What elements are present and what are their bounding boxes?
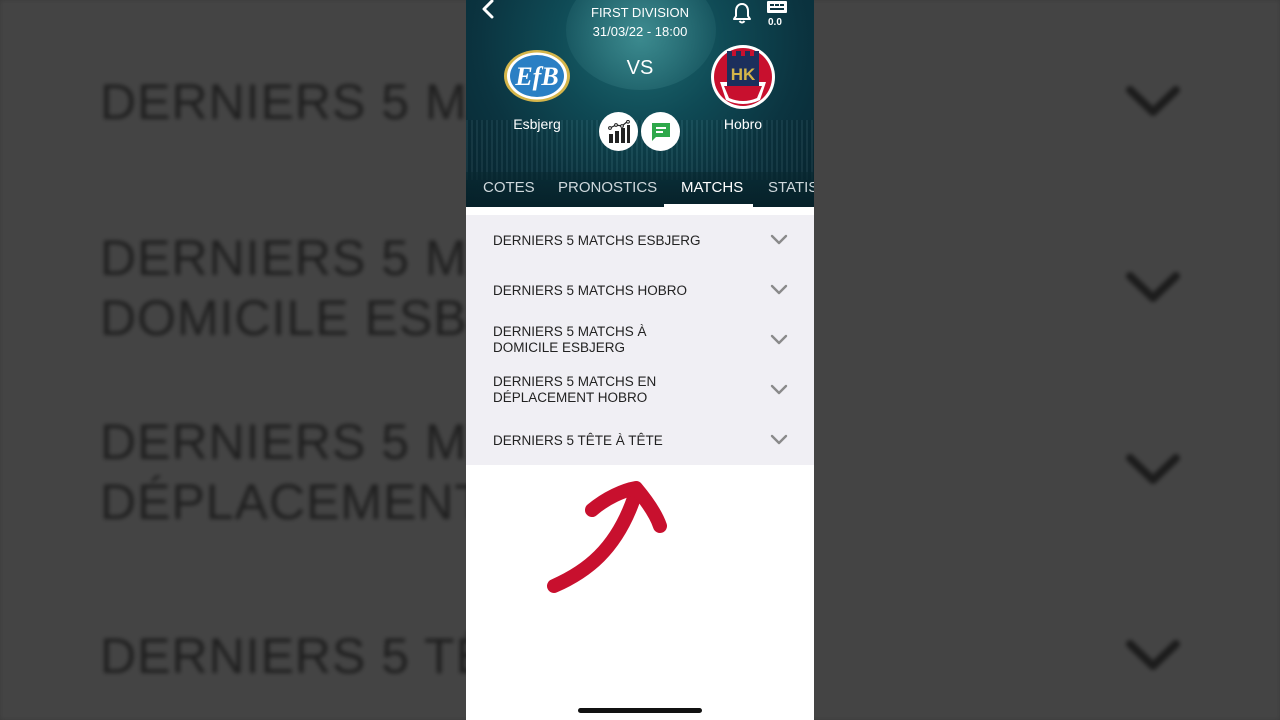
red-arrow-annotation-icon [547, 481, 667, 593]
chevron-down-icon [770, 384, 788, 395]
home-team-logo[interactable]: EfB [503, 48, 571, 104]
ticket-icon [767, 1, 787, 13]
away-team-logo[interactable]: HK [710, 42, 776, 110]
accordion-item-label: DERNIERS 5 TÊTE À TÊTE [493, 433, 663, 448]
notification-button[interactable] [731, 1, 753, 25]
match-datetime: 31/03/22 - 18:00 [592, 24, 688, 39]
phone-screen: FIRST DIVISION 31/03/22 - 18:00 0.0 VS E… [466, 0, 814, 720]
chevron-down-icon [770, 234, 788, 245]
svg-text:HK: HK [731, 65, 756, 84]
ticket-button[interactable] [766, 0, 788, 14]
bg-text-row: DERNIERS 5 MA [100, 74, 502, 130]
bg-text-row: DERNIERS 5 TÊT [100, 628, 522, 684]
bg-text-row: DÉPLACEMENT [100, 474, 487, 530]
bg-text-row: DERNIERS 5 MA [100, 414, 502, 470]
tab-cotes[interactable]: COTES [483, 179, 535, 196]
bg-chevron-icon [1124, 626, 1182, 684]
bg-text-row: DOMICILE ESBJE [100, 290, 528, 346]
stats-button[interactable] [599, 112, 638, 151]
tab-matchs[interactable]: MATCHS [681, 179, 743, 196]
chat-button[interactable] [641, 112, 680, 151]
hobro-crest-icon: HK [711, 45, 775, 109]
accordion-item-label: DERNIERS 5 MATCHS ESBJERG [493, 233, 701, 248]
ticket-value: 0.0 [768, 17, 782, 28]
accordion-item-label: DERNIERS 5 MATCHS HOBRO [493, 283, 688, 298]
tab-bar: COTES PRONOSTICS MATCHS STATISTIQUES [466, 172, 814, 207]
tab-statistiques[interactable]: STATISTIQUES [768, 179, 814, 196]
accordion-item-last5-away-hobro[interactable]: DERNIERS 5 MATCHS EN DÉPLACEMENT HOBRO [466, 365, 814, 415]
accordion-item-last5-home-esbjerg[interactable]: DERNIERS 5 MATCHS À DOMICILE ESBJERG [466, 315, 814, 365]
bell-icon [733, 3, 751, 24]
chevron-down-icon [770, 434, 788, 445]
tab-pronostics[interactable]: PRONOSTICS [558, 179, 657, 196]
bg-chevron-icon [1124, 440, 1182, 498]
bar-chart-icon [607, 119, 630, 143]
match-header: FIRST DIVISION 31/03/22 - 18:00 0.0 VS E… [466, 0, 814, 207]
active-tab-indicator [664, 204, 753, 207]
chat-icon [651, 122, 670, 141]
matches-accordion: DERNIERS 5 MATCHS ESBJERG DERNIERS 5 MAT… [466, 215, 814, 465]
accordion-item-last5-head-to-head[interactable]: DERNIERS 5 TÊTE À TÊTE [466, 415, 814, 465]
esbjerg-crest-icon: EfB [504, 50, 570, 102]
home-team-name: Esbjerg [513, 116, 561, 132]
league-name: FIRST DIVISION [591, 5, 689, 20]
bg-chevron-icon [1124, 258, 1182, 316]
chevron-down-icon [770, 334, 788, 345]
chevron-down-icon [770, 284, 788, 295]
accordion-item-last5-esbjerg[interactable]: DERNIERS 5 MATCHS ESBJERG [466, 215, 814, 265]
accordion-item-last5-hobro[interactable]: DERNIERS 5 MATCHS HOBRO [466, 265, 814, 315]
bg-chevron-icon [1124, 72, 1182, 130]
accordion-item-label: DERNIERS 5 MATCHS EN DÉPLACEMENT HOBRO [493, 374, 657, 405]
accordion-item-label: DERNIERS 5 MATCHS À DOMICILE ESBJERG [493, 324, 647, 355]
away-team-name: Hobro [723, 116, 763, 132]
svg-text:EfB: EfB [514, 62, 558, 91]
bg-text-row: DERNIERS 5 MA [100, 230, 502, 286]
home-indicator[interactable] [578, 708, 702, 713]
